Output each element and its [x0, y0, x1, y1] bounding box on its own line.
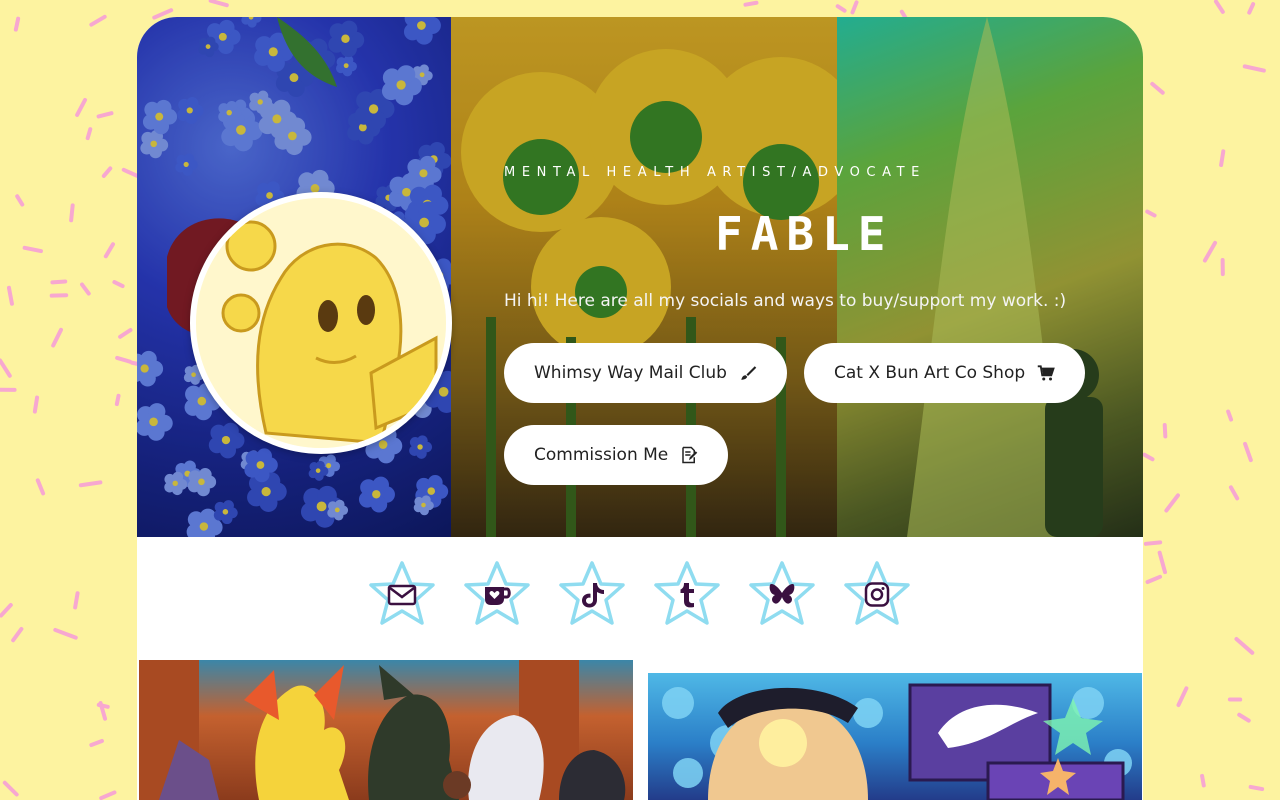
- link-label: Whimsy Way Mail Club: [534, 363, 727, 383]
- whimsy-way-mail-club-link[interactable]: Whimsy Way Mail Club: [504, 343, 787, 403]
- link-label: Cat X Bun Art Co Shop: [834, 363, 1026, 383]
- gallery-artwork-doves[interactable]: [648, 673, 1142, 800]
- hero-banner: MENTAL HEALTH ARTIST/ADVOCATE FABLE Hi h…: [137, 17, 1143, 537]
- profile-name: FABLE: [715, 207, 894, 261]
- edit-document-icon: [682, 446, 698, 464]
- paintbrush-icon: [741, 366, 757, 380]
- profile-bio: Hi hi! Here are all my socials and ways …: [504, 291, 1067, 311]
- tumblr-link[interactable]: [652, 559, 722, 629]
- instagram-link[interactable]: [842, 559, 912, 629]
- profile-avatar: [190, 192, 452, 454]
- bluesky-link[interactable]: [747, 559, 817, 629]
- envelope-icon: [387, 584, 417, 606]
- cat-x-bun-shop-link[interactable]: Cat X Bun Art Co Shop: [804, 343, 1086, 403]
- commission-me-link[interactable]: Commission Me: [504, 425, 729, 485]
- tumblr-icon: [680, 583, 694, 608]
- tiktok-icon: [582, 583, 604, 608]
- link-label: Commission Me: [534, 445, 669, 465]
- instagram-icon: [864, 582, 890, 607]
- butterfly-icon: [769, 583, 795, 604]
- profile-card: MENTAL HEALTH ARTIST/ADVOCATE FABLE Hi h…: [137, 17, 1143, 800]
- email-link[interactable]: [367, 559, 437, 629]
- kofi-link[interactable]: [462, 559, 532, 629]
- profile-tagline: MENTAL HEALTH ARTIST/ADVOCATE: [504, 165, 926, 180]
- tiktok-link[interactable]: [557, 559, 627, 629]
- shopping-cart-icon: [1037, 365, 1055, 381]
- gallery-artwork-pokemon[interactable]: [139, 660, 633, 800]
- social-links-row: [137, 537, 1143, 677]
- kofi-cup-icon: [485, 587, 511, 605]
